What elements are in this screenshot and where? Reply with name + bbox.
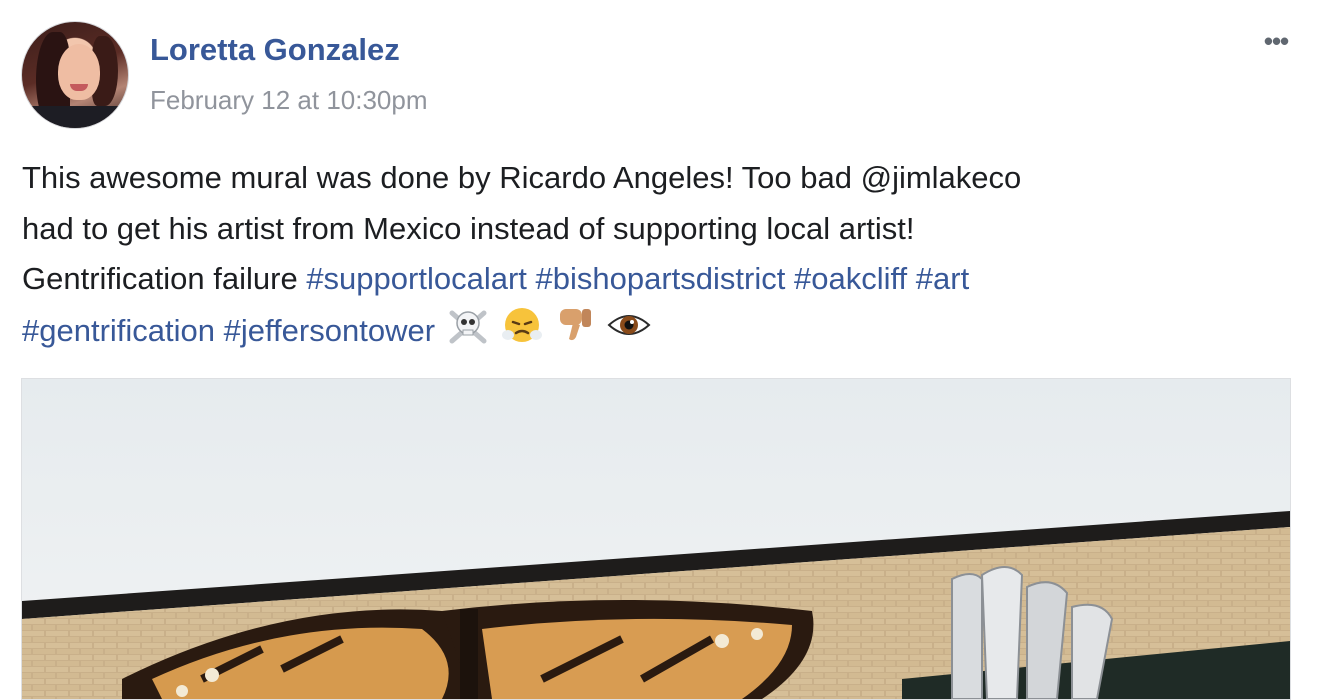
post-photo[interactable] — [21, 378, 1291, 700]
post-text-line-1: This awesome mural was done by Ricardo A… — [22, 160, 1022, 195]
post-timestamp-link[interactable]: February 12 at 10:30pm — [150, 85, 428, 116]
post-text-line-3: Gentrification failure — [22, 261, 298, 296]
eye-icon — [606, 305, 652, 361]
hashtag-link[interactable]: #art — [916, 261, 969, 296]
skull-and-crossbones-icon — [446, 305, 490, 361]
more-options-icon[interactable]: ••• — [1254, 26, 1298, 56]
hashtag-link[interactable]: #gentrification — [22, 312, 215, 347]
hashtag-link[interactable]: #jeffersontower — [224, 312, 435, 347]
thumbs-down-icon — [555, 305, 595, 361]
hashtag-link[interactable]: #bishopartsdistrict — [536, 261, 786, 296]
post-text-line-2: had to get his artist from Mexico instea… — [22, 210, 915, 246]
face-with-steam-icon — [500, 305, 544, 361]
mural-photo-image — [22, 379, 1290, 699]
hashtag-link[interactable]: #supportlocalart — [306, 261, 527, 296]
hashtag-link[interactable]: #oakcliff — [794, 261, 907, 296]
post-text: This awesome mural was done by Ricardo A… — [22, 153, 1297, 360]
avatar[interactable] — [21, 21, 129, 129]
author-name-link[interactable]: Loretta Gonzalez — [150, 32, 400, 68]
